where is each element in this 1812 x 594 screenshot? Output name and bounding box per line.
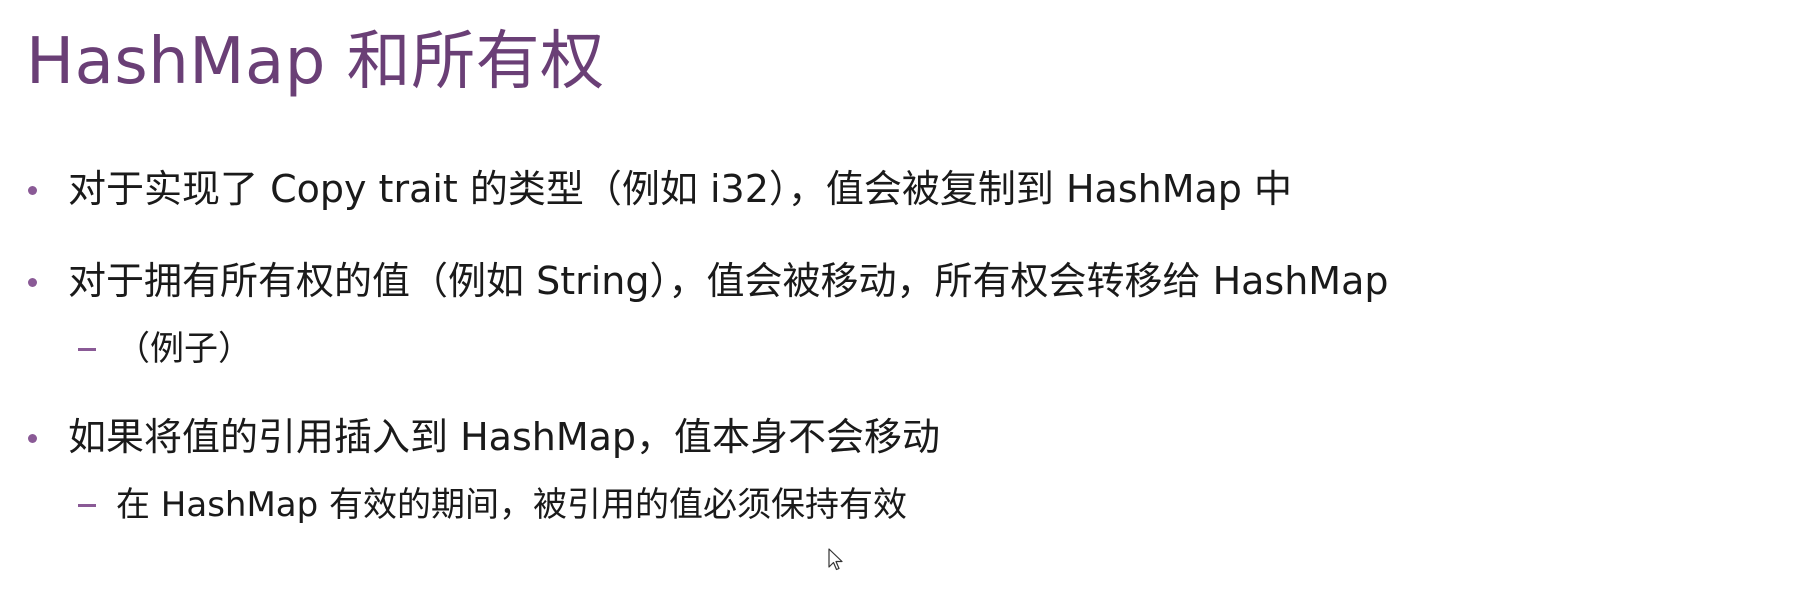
- bullet-dot-icon: [28, 278, 37, 287]
- bullet-dot-icon: [28, 186, 37, 195]
- slide-title: HashMap 和所有权: [26, 25, 605, 99]
- sub-bullet-text: （例子）: [116, 329, 252, 369]
- slide: HashMap 和所有权 对于实现了 Copy trait 的类型（例如 i32…: [0, 0, 1812, 594]
- bullet-text: 对于拥有所有权的值（例如 String），值会被移动，所有权会转移给 HashM…: [68, 259, 1389, 303]
- sub-bullet-text: 在 HashMap 有效的期间，被引用的值必须保持有效: [116, 485, 908, 525]
- bullet-text: 对于实现了 Copy trait 的类型（例如 i32），值会被复制到 Hash…: [68, 167, 1292, 211]
- bullet-dot-icon: [28, 434, 37, 443]
- dash-icon: [78, 504, 96, 507]
- bullet-text: 如果将值的引用插入到 HashMap，值本身不会移动: [68, 415, 941, 459]
- mouse-pointer-icon: [828, 548, 843, 571]
- dash-icon: [78, 348, 96, 351]
